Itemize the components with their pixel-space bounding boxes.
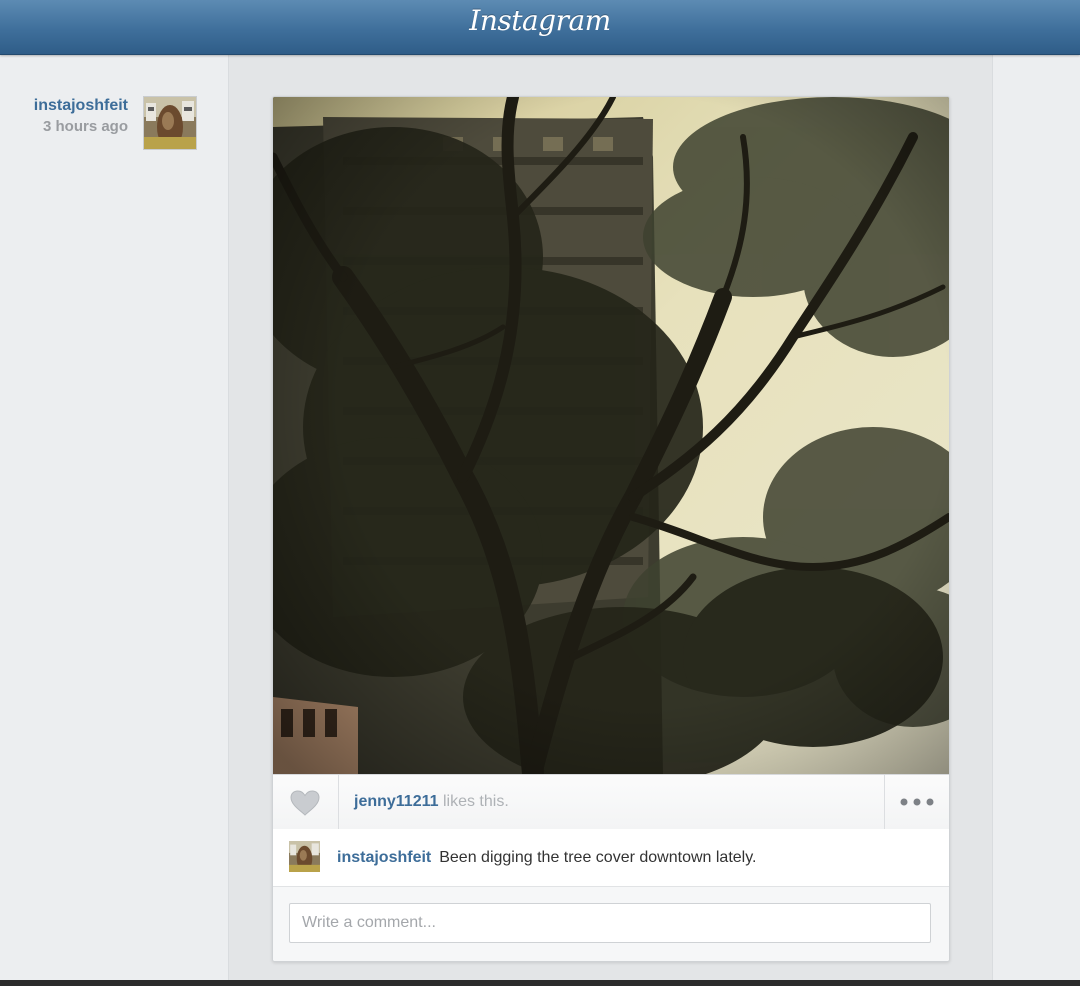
post-timestamp[interactable]: 3 hours ago	[0, 116, 128, 138]
user-avatar-photo-icon	[289, 841, 320, 872]
post-card: jenny11211 likes this. instajoshfeitBee	[272, 96, 950, 962]
author-avatar[interactable]	[143, 96, 197, 150]
caption-row: instajoshfeit Been digging the tree cover…	[273, 829, 949, 887]
left-column	[0, 55, 229, 986]
more-options-icon	[900, 798, 934, 806]
more-options-button[interactable]	[884, 775, 949, 829]
comment-input[interactable]	[289, 903, 931, 943]
liker-username-link[interactable]: jenny11211	[354, 793, 439, 810]
right-column	[992, 55, 1080, 986]
caption-text: instajoshfeit Been digging the tree cover…	[337, 829, 756, 886]
like-button[interactable]	[273, 775, 339, 829]
user-avatar-photo-icon	[144, 97, 196, 149]
likes-summary: jenny11211 likes this.	[354, 775, 509, 829]
likes-suffix: likes this.	[438, 793, 509, 810]
caption-body: Been digging the tree cover downtown lat…	[439, 849, 757, 866]
tree-canopy-photo-icon	[273, 97, 949, 774]
top-header: Instagram	[0, 0, 1080, 55]
post-photo[interactable]	[273, 97, 949, 774]
post-author-info: instajoshfeit 3 hours ago	[0, 96, 128, 138]
caption-avatar[interactable]	[289, 841, 320, 872]
caption-username-link[interactable]: instajoshfeit	[337, 849, 431, 866]
heart-icon	[290, 790, 320, 816]
comment-area	[273, 887, 949, 961]
bottom-bar	[0, 980, 1080, 986]
likes-bar: jenny11211 likes this.	[273, 774, 949, 830]
author-username-link[interactable]: instajoshfeit	[0, 96, 128, 116]
instagram-logo[interactable]: Instagram	[0, 4, 1080, 37]
